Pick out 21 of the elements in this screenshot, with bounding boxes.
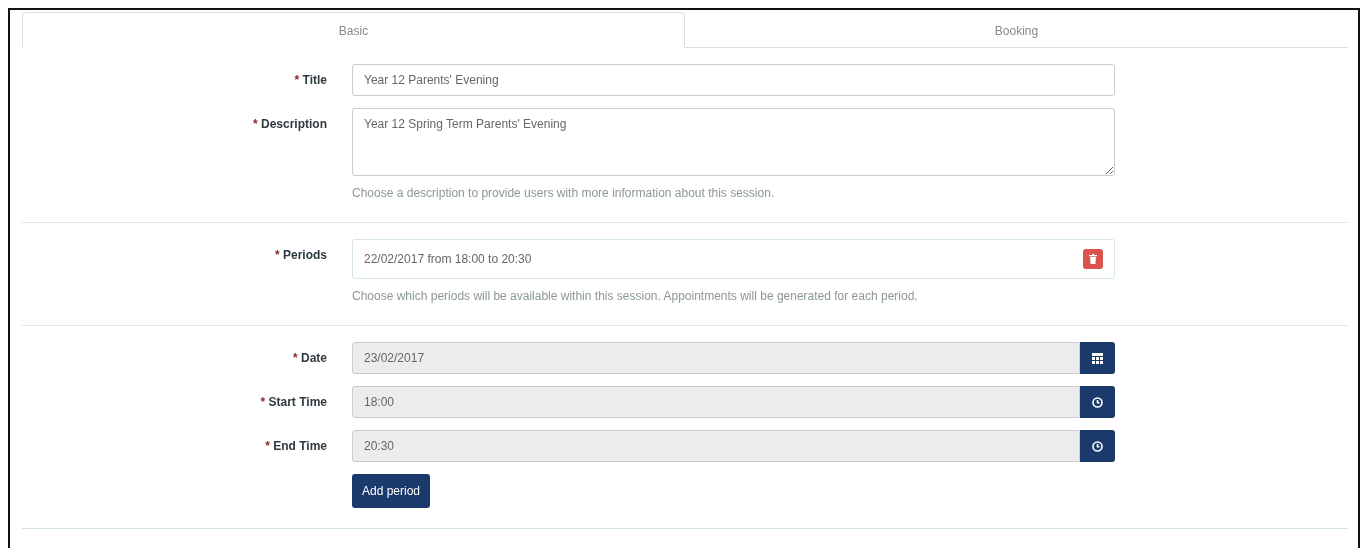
help-text: Choose a description to provide users with more information about this session. <box>352 185 776 202</box>
field-label: * Title <box>294 72 327 89</box>
clock-icon <box>1092 396 1104 408</box>
clock-icon <box>1092 440 1104 452</box>
field-label: * Date <box>293 350 327 367</box>
field-label: * End Time <box>265 438 327 455</box>
textarea-field[interactable]: Year 12 Spring Term Parents' Evening <box>352 108 1115 176</box>
period-text: 22/02/2017 from 18:00 to 20:30 <box>364 251 533 268</box>
delete-button[interactable] <box>1083 249 1103 269</box>
text-field[interactable]: Year 12 Parents' Evening <box>352 64 1115 96</box>
trash-icon <box>1089 254 1097 264</box>
help-text: Choose which periods will be available within this session. Appointments will be generated for each period. <box>352 288 919 305</box>
add-period-button[interactable]: Add period <box>352 474 431 508</box>
field-label: * Description <box>252 116 327 133</box>
field-label: * Periods <box>274 247 327 264</box>
clock-button[interactable] <box>1080 430 1115 462</box>
field-label: * Start Time <box>260 394 327 411</box>
tab[interactable]: Basic <box>22 12 685 48</box>
calendar-button[interactable] <box>1080 342 1115 374</box>
calendar-icon <box>1092 352 1104 364</box>
clock-button[interactable] <box>1080 386 1115 418</box>
